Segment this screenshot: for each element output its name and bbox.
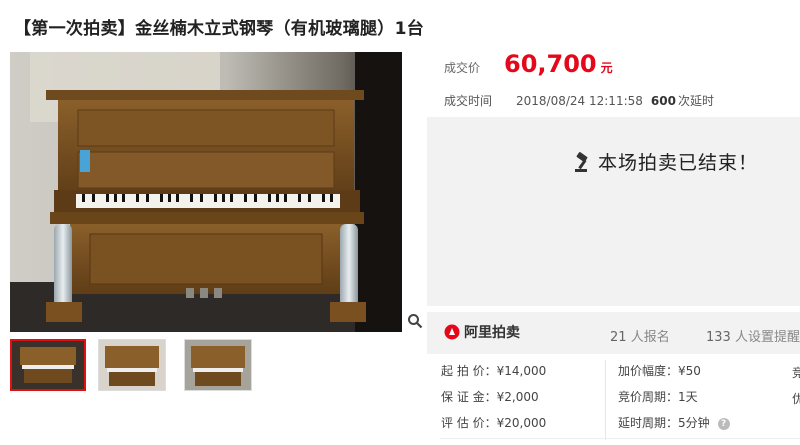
extensions-label: 次延时: [677, 94, 714, 108]
reminders-label: 人设置提醒: [734, 330, 800, 345]
signups-stat: 21 人报名: [610, 326, 670, 345]
deal-price: 60,700: [504, 50, 597, 78]
info-cutoff-1: 竞: [792, 366, 800, 380]
ali-auction-logo-icon: [444, 324, 460, 340]
auction-status-panel: [427, 117, 800, 306]
info-right-column: 加价幅度：¥50 竞价周期：1天 延时周期：5分钟?: [618, 358, 730, 436]
question-icon[interactable]: ?: [717, 417, 730, 430]
info-label: 延时周期：: [618, 416, 679, 430]
info-value: ¥2,000: [496, 390, 539, 404]
main-product-image[interactable]: [10, 52, 402, 332]
info-value: ¥20,000: [496, 416, 547, 430]
thumbnail-3[interactable]: [184, 339, 252, 391]
info-label: 竞价周期：: [618, 390, 679, 404]
thumbnail-1[interactable]: [10, 339, 86, 391]
signups-count: 21: [610, 330, 627, 345]
info-row-increment: 加价幅度：¥50: [618, 358, 730, 384]
time-label: 成交时间: [444, 94, 493, 108]
info-row-deposit: 保 证 金：¥2,000: [441, 384, 546, 410]
price-unit: 元: [600, 61, 613, 75]
info-value: 1天: [678, 390, 698, 404]
zoom-icon[interactable]: [404, 310, 426, 332]
gavel-icon: [572, 151, 594, 173]
page-title: 【第一次拍卖】金丝楠木立式钢琴（有机玻璃腿）1台: [14, 19, 425, 39]
info-label: 起 拍 价：: [441, 364, 497, 378]
info-value: ¥50: [678, 364, 701, 378]
price-label: 成交价: [444, 61, 481, 75]
brand-name: 阿里拍卖: [464, 325, 520, 341]
info-row-extension-period: 延时周期：5分钟?: [618, 410, 730, 436]
reminders-stat: 133 人设置提醒: [706, 326, 800, 345]
deal-time: 2018/08/24 12:11:58: [516, 93, 643, 108]
deal-price-row: 成交价 60,700 元: [444, 50, 613, 78]
info-value: ¥14,000: [496, 364, 547, 378]
ended-text: 本场拍卖已结束！: [598, 152, 759, 174]
info-value: 5分钟: [678, 416, 710, 430]
info-cutoff-2: 优: [792, 392, 800, 406]
info-label: 加价幅度：: [618, 364, 679, 378]
info-label: 评 估 价：: [441, 416, 497, 430]
info-separator: [605, 360, 606, 440]
bottom-divider: [440, 438, 800, 439]
info-label: 保 证 金：: [441, 390, 497, 404]
piano-photo: [10, 52, 402, 332]
info-row-appraisal: 评 估 价：¥20,000: [441, 410, 546, 436]
thumbnail-2[interactable]: [98, 339, 166, 391]
brand[interactable]: 阿里拍卖: [444, 322, 520, 342]
signups-label: 人报名: [630, 330, 670, 345]
info-row-bid-period: 竞价周期：1天: [618, 384, 730, 410]
info-left-column: 起 拍 价：¥14,000 保 证 金：¥2,000 评 估 价：¥20,000: [441, 358, 546, 436]
info-row-start-price: 起 拍 价：¥14,000: [441, 358, 546, 384]
auction-ended-message: 本场拍卖已结束！: [572, 148, 758, 175]
extensions-count: 600: [650, 93, 676, 108]
reminders-count: 133: [706, 330, 731, 345]
deal-time-row: 成交时间 2018/08/24 12:11:58 600 次延时: [444, 92, 714, 109]
